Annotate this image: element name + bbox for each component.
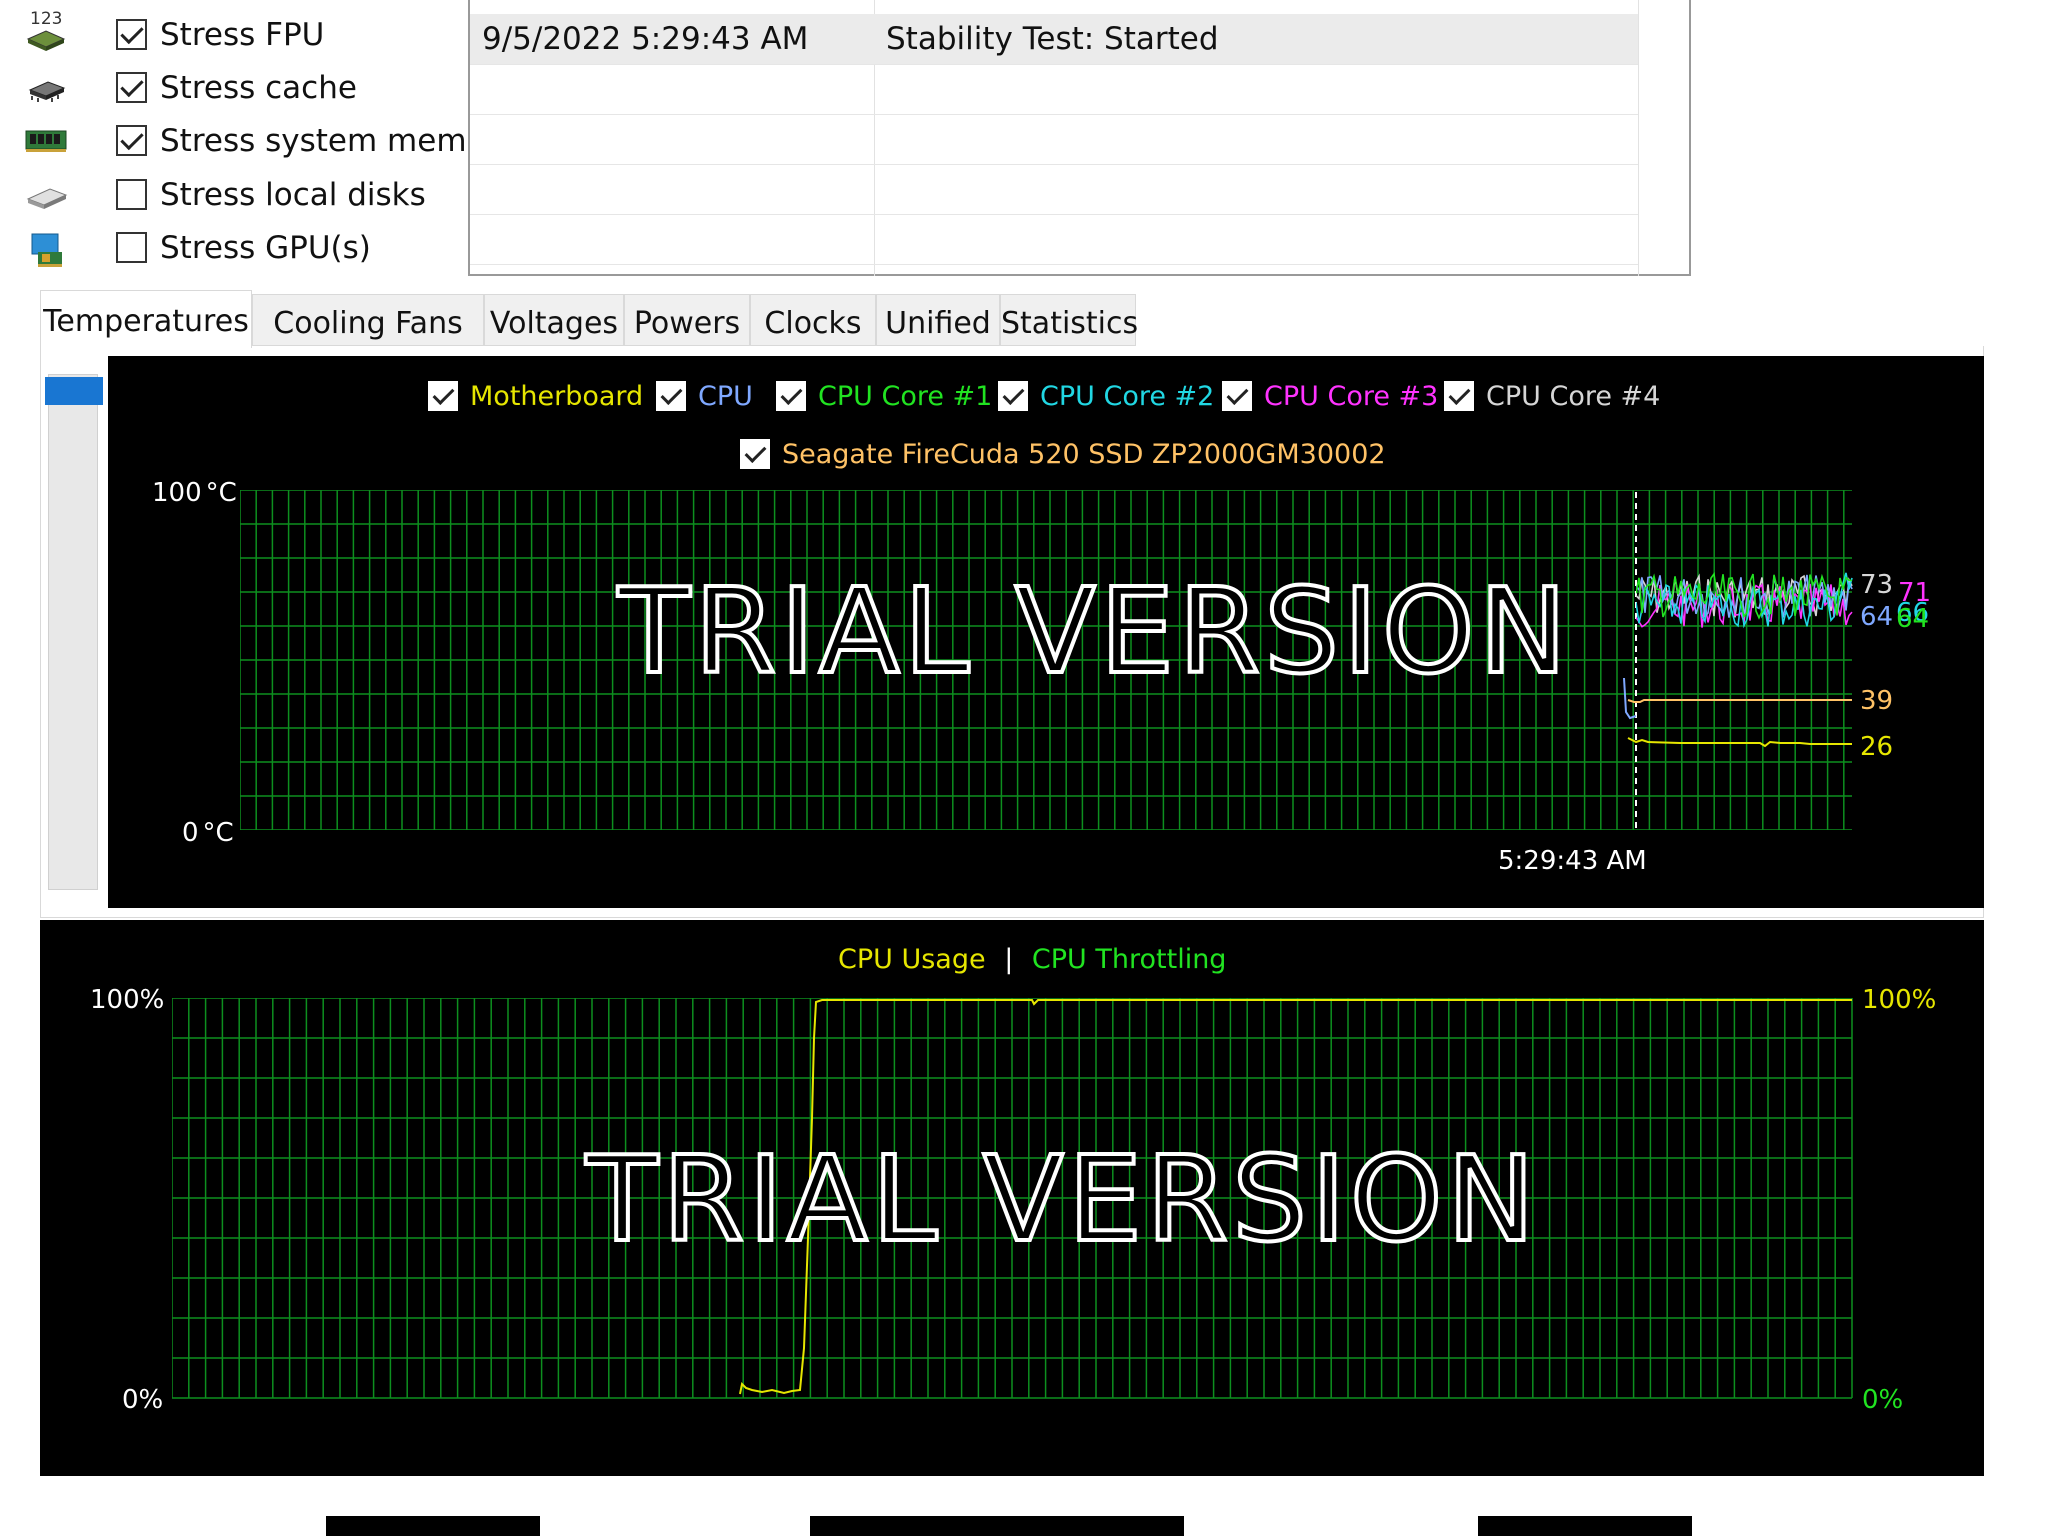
legend-label: CPU [698,380,753,412]
legend-label: CPU Core #2 [1040,380,1215,412]
stress-fpu-row[interactable]: 123 Stress FPU [24,9,324,58]
stop-button[interactable] [810,1516,1184,1536]
close-button[interactable] [1478,1516,1692,1536]
cpu-start-line [1623,677,1637,720]
stress-fpu-checkbox[interactable] [116,19,147,50]
stability-log-table[interactable]: 9/5/2022 5:29:43 AM Stability Test: Star… [468,0,1691,276]
trial-watermark: TRIAL VERSION [584,1128,1539,1270]
legend-cpu[interactable]: CPU [656,378,753,414]
column-divider [1638,0,1639,276]
tab-statistics[interactable]: Statistics [1000,294,1138,346]
log-status: Stability Test: Started [886,21,1219,57]
cpu-right-bottom-label: 0% [1862,1385,1904,1415]
memory-module-icon [24,123,68,159]
legend-label: CPU Core #3 [1264,380,1439,412]
stress-gpu-label: Stress GPU(s) [160,230,371,266]
legend-label: CPU Core #1 [818,380,993,412]
trial-watermark: TRIAL VERSION [616,560,1571,702]
legend-label: CPU Core #4 [1486,380,1661,412]
stress-cache-label: Stress cache [160,70,357,106]
value-label-core1: 64 [1896,604,1930,634]
tab-voltages[interactable]: Voltages [484,294,624,346]
stress-memory-checkbox[interactable] [116,125,147,156]
temp-time-label: 5:29:43 AM [1498,846,1647,876]
legend-cpu-core-4[interactable]: CPU Core #4 [1444,378,1660,414]
legend-checkbox[interactable] [998,381,1028,411]
value-label-motherboard: 26 [1860,732,1894,762]
tab-temperatures[interactable]: Temperatures [40,290,252,348]
table-row[interactable] [470,64,1638,115]
legend-ssd[interactable]: Seagate FireCuda 520 SSD ZP2000GM30002 [740,436,1386,472]
legend-cpu-core-1[interactable]: CPU Core #1 [776,378,992,414]
legend-cpu-core-2[interactable]: CPU Core #2 [998,378,1214,414]
temp-unit: °C [202,818,234,848]
stress-memory-label: Stress system memory [160,123,517,159]
table-row[interactable] [470,214,1638,265]
legend-scrollbar[interactable] [45,374,103,890]
value-label-ssd: 39 [1860,686,1894,716]
ssd-line [1627,699,1852,703]
stress-fpu-label: Stress FPU [160,17,325,53]
stress-disks-checkbox[interactable] [116,179,147,210]
stress-cache-row[interactable]: Stress cache [24,65,357,111]
gpu-card-icon [24,230,68,267]
tab-clocks[interactable]: Clocks [750,294,876,346]
legend-checkbox[interactable] [428,381,458,411]
tab-cooling-fans[interactable]: Cooling Fans [252,294,484,346]
stress-cache-checkbox[interactable] [116,72,147,103]
cpu-left-top-label: 100% [90,985,165,1015]
disk-drive-icon [24,177,68,213]
temp-y-top-value: 100 [152,478,202,508]
motherboard-line [1627,737,1852,748]
cache-chip-icon [24,70,68,106]
table-row[interactable]: 9/5/2022 5:29:43 AM Stability Test: Star… [470,14,1638,65]
fpu-icon: 123 [24,9,68,53]
legend-label: Seagate FireCuda 520 SSD ZP2000GM30002 [782,438,1386,470]
temp-y-bottom-value: 0 [182,818,199,848]
legend-checkbox[interactable] [1444,381,1474,411]
table-row[interactable] [470,114,1638,165]
legend-checkbox[interactable] [656,381,686,411]
cpu-chart-legend: CPU Usage | CPU Throttling [838,944,1226,975]
value-label-core4: 73 [1860,570,1894,600]
stress-disks-label: Stress local disks [160,177,426,213]
temp-unit: °C [205,478,237,508]
legend-checkbox[interactable] [1222,381,1252,411]
table-header-remnant [470,0,1638,15]
temp-y-bottom-label: 0 °C [182,818,234,848]
cpu-right-top-label: 100% [1862,985,1937,1015]
legend-cpu-usage[interactable]: CPU Usage [838,944,986,975]
tab-unified[interactable]: Unified [876,294,1000,346]
cpu-left-bottom-label: 0% [122,1385,164,1415]
stress-gpu-row[interactable]: Stress GPU(s) [24,225,371,271]
temperature-series-plot [1636,571,1853,629]
log-datetime: 9/5/2022 5:29:43 AM [482,21,809,57]
stress-disks-row[interactable]: Stress local disks [24,172,426,218]
legend-label: Motherboard [470,380,644,412]
legend-separator: | [1004,944,1014,975]
table-row[interactable] [470,164,1638,215]
legend-checkbox[interactable] [740,439,770,469]
start-button[interactable] [326,1516,540,1536]
tab-powers[interactable]: Powers [624,294,750,346]
legend-cpu-throttling[interactable]: CPU Throttling [1032,944,1227,975]
stress-memory-row[interactable]: Stress system memory [24,118,517,164]
stress-gpu-checkbox[interactable] [116,232,147,263]
temp-y-top-label: 100 °C [152,478,237,508]
legend-checkbox[interactable] [776,381,806,411]
scrollbar-thumb[interactable] [45,377,103,405]
legend-cpu-core-3[interactable]: CPU Core #3 [1222,378,1438,414]
legend-motherboard[interactable]: Motherboard [428,378,643,414]
value-label-cpu: 64 [1860,602,1894,632]
